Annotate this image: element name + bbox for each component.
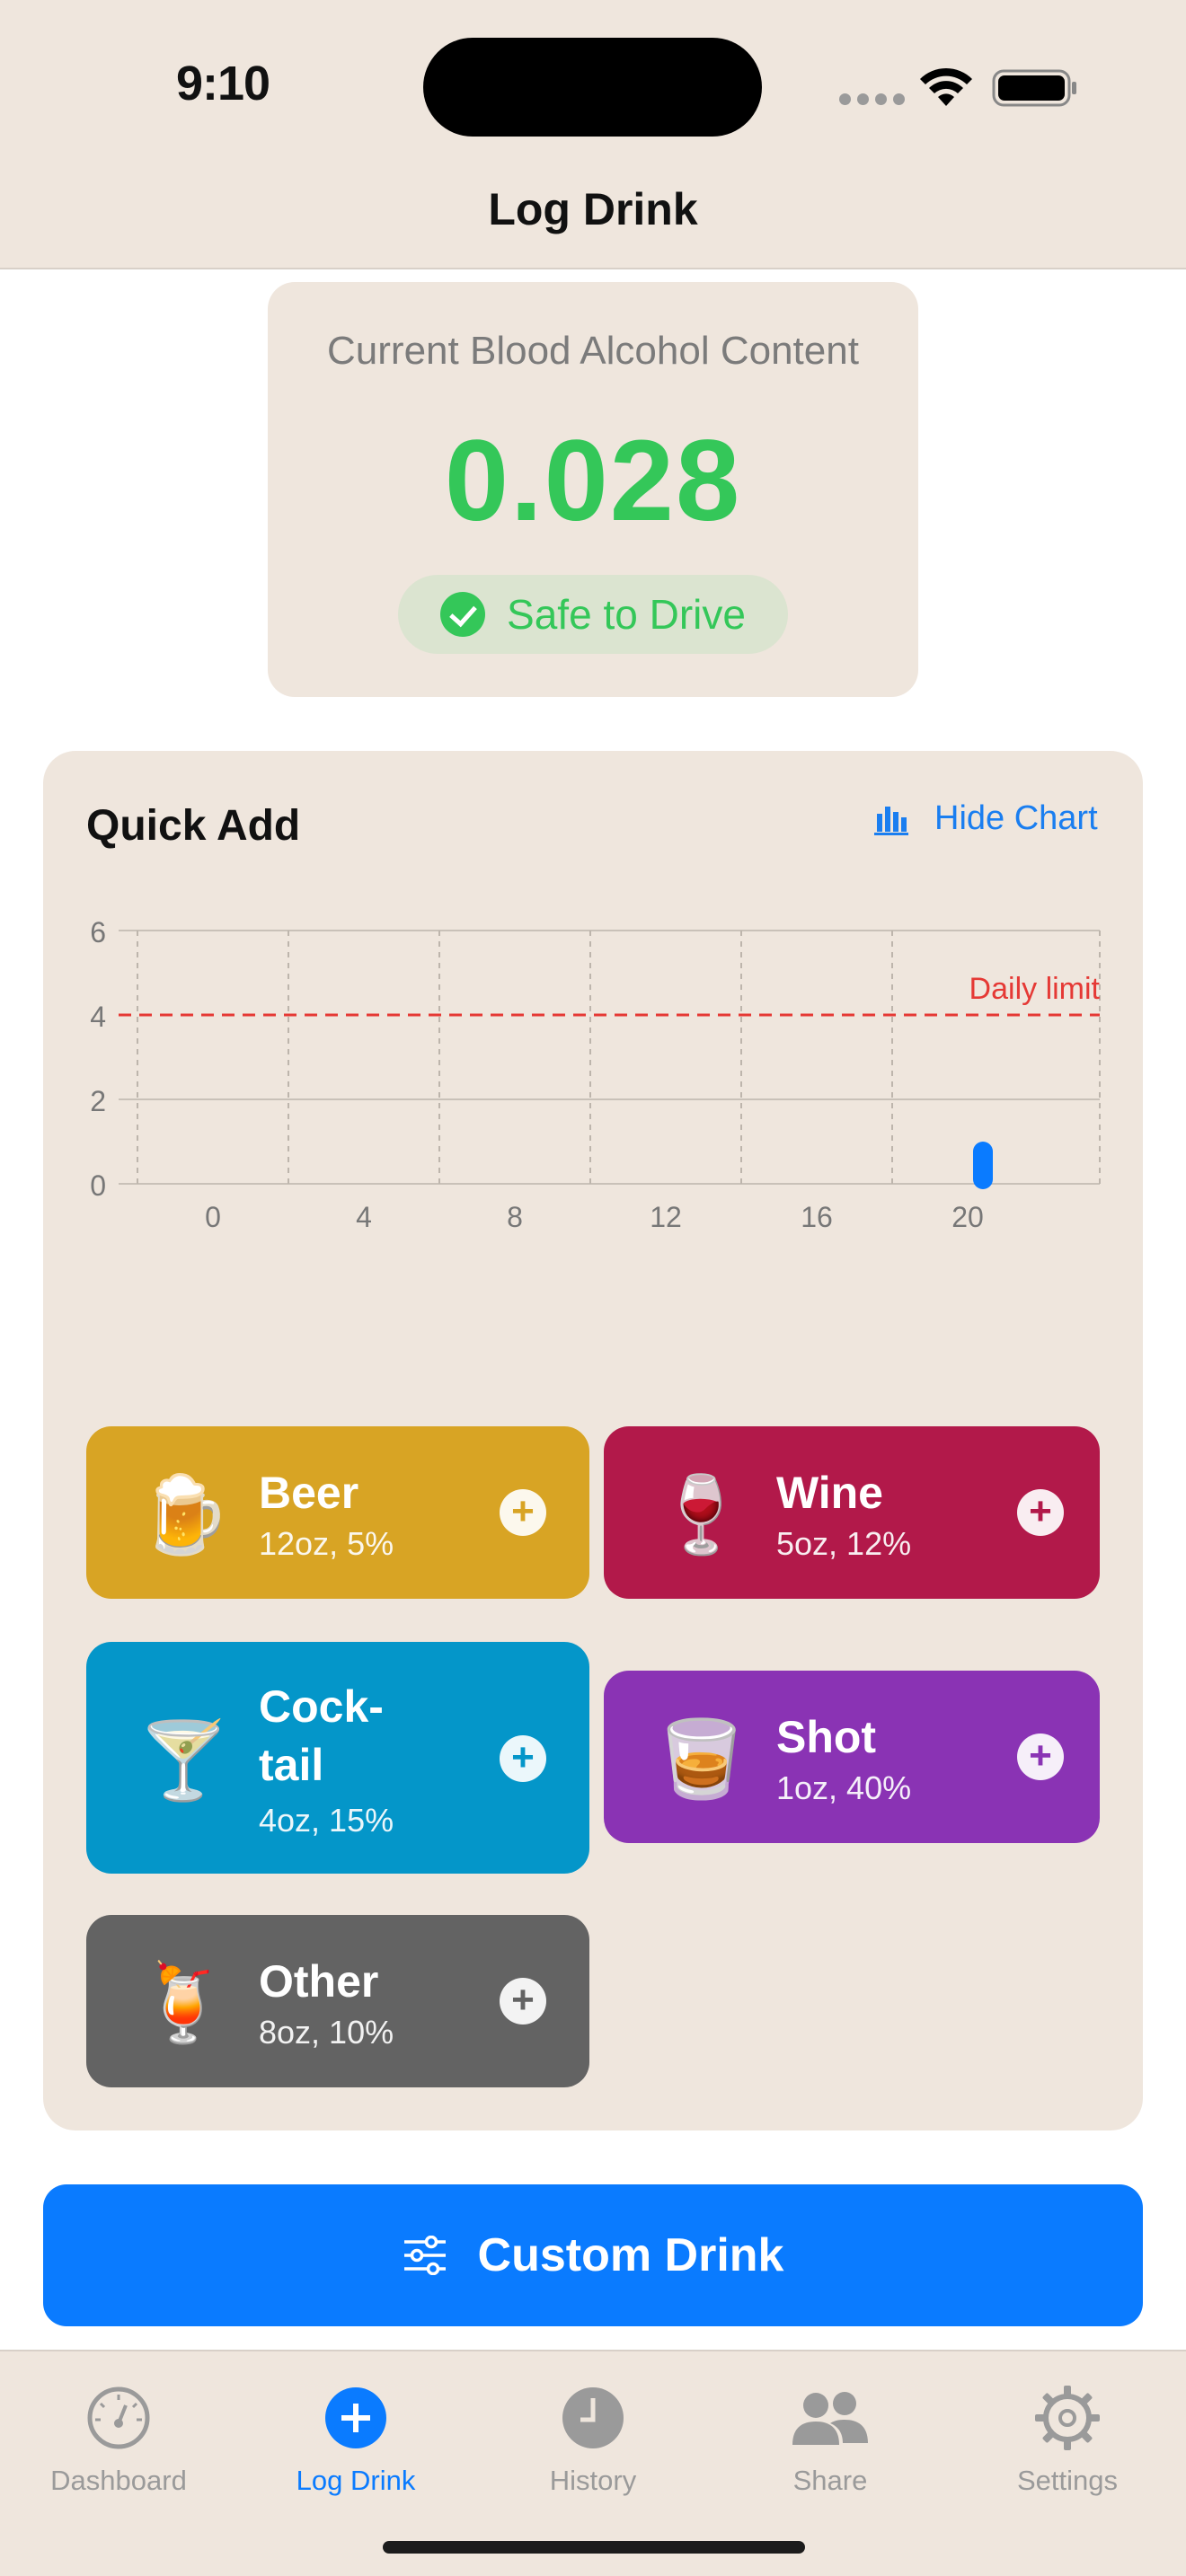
page-title: Log Drink <box>488 184 698 234</box>
drink-name: Wine <box>776 1468 883 1518</box>
cocktail-icon: 🍸 <box>137 1718 231 1803</box>
beer-tile[interactable]: 🍺 Beer 12oz, 5% + <box>86 1426 589 1599</box>
checkmark-icon <box>440 592 486 637</box>
y-tick-label: 0 <box>90 1169 106 1202</box>
status-time: 9:10 <box>176 57 270 110</box>
drink-name: Beer <box>259 1468 359 1518</box>
add-other-icon[interactable]: + <box>500 1978 546 2025</box>
wine-icon: 🍷 <box>654 1472 748 1557</box>
beer-icon: 🍺 <box>137 1472 231 1557</box>
tab-share[interactable]: Share <box>712 2371 949 2506</box>
daily-limit-label: Daily limit <box>969 972 1101 1006</box>
bac-card: Current Blood Alcohol Content 0.028 Safe… <box>268 282 918 697</box>
other-tile[interactable]: 🍹 Other 8oz, 10% + <box>86 1915 589 2087</box>
top-bar: 9:10 Log Drink <box>0 0 1186 269</box>
drink-name: Shot <box>776 1712 877 1762</box>
drink-spec: 1oz, 40% <box>776 1769 912 1806</box>
y-tick-label: 4 <box>90 1001 106 1033</box>
drink-name: Other <box>259 1956 379 2007</box>
bac-value: 0.028 <box>444 417 742 545</box>
drink-name: Cock- tail <box>259 1681 384 1790</box>
wifi-icon <box>920 67 972 106</box>
cellular-signal-icon <box>839 93 905 105</box>
hide-chart-label: Hide Chart <box>934 799 1098 837</box>
custom-drink-button[interactable]: Custom Drink <box>43 2184 1143 2326</box>
x-tick-label: 4 <box>356 1201 372 1233</box>
chart-bar-icon <box>874 806 908 835</box>
hide-chart-button[interactable]: Hide Chart <box>873 799 1098 838</box>
drink-spec: 12oz, 5% <box>259 1525 394 1562</box>
tab-log-drink[interactable]: Log Drink <box>237 2371 474 2506</box>
drink-spec: 5oz, 12% <box>776 1525 912 1562</box>
tab-label: History <box>549 2465 637 2496</box>
y-tick-label: 6 <box>90 916 106 948</box>
y-tick-label: 2 <box>90 1085 106 1117</box>
x-tick-label: 16 <box>801 1201 833 1233</box>
tab-label: Dashboard <box>50 2465 187 2496</box>
bac-label: Current Blood Alcohol Content <box>327 329 859 373</box>
add-cocktail-icon[interactable]: + <box>500 1735 546 1782</box>
custom-drink-label: Custom Drink <box>477 2229 784 2281</box>
drink-spec: 4oz, 15% <box>259 1802 394 1839</box>
quick-add-panel: Quick Add Hide Chart 0 2 4 6 0 4 8 12 16 20 Daily … <box>43 751 1143 2130</box>
status-badge: Safe to Drive <box>398 575 788 654</box>
add-shot-icon[interactable]: + <box>1017 1734 1064 1780</box>
dynamic-island <box>423 38 762 137</box>
tab-settings[interactable]: Settings <box>949 2371 1186 2506</box>
quick-add-title: Quick Add <box>86 802 301 850</box>
x-tick-label: 20 <box>951 1201 984 1233</box>
gauge-icon <box>87 2386 150 2449</box>
tab-label: Settings <box>1016 2465 1118 2496</box>
battery-icon <box>992 69 1076 107</box>
add-beer-icon[interactable]: + <box>500 1489 546 1536</box>
status-badge-label: Safe to Drive <box>507 591 746 638</box>
clock-icon <box>562 2387 624 2448</box>
sliders-icon <box>403 2236 446 2275</box>
drink-spec: 8oz, 10% <box>259 2014 394 2051</box>
tab-history[interactable]: History <box>474 2371 712 2506</box>
home-indicator <box>383 2541 805 2554</box>
drinks-chart: 0 2 4 6 0 4 8 12 16 20 Daily limit <box>90 916 1101 1233</box>
tab-label: Share <box>792 2465 868 2496</box>
tab-label: Log Drink <box>296 2465 416 2496</box>
cocktail-tile[interactable]: 🍸 Cock- tail 4oz, 15% + <box>86 1642 589 1874</box>
tab-dashboard[interactable]: Dashboard <box>0 2371 237 2506</box>
add-wine-icon[interactable]: + <box>1017 1489 1064 1536</box>
people-icon <box>792 2392 868 2445</box>
x-tick-label: 12 <box>650 1201 682 1233</box>
gear-icon <box>1035 2386 1100 2450</box>
wine-tile[interactable]: 🍷 Wine 5oz, 12% + <box>604 1426 1100 1599</box>
shot-icon: 🥃 <box>654 1716 748 1801</box>
other-drink-icon: 🍹 <box>137 1961 231 2045</box>
shot-tile[interactable]: 🥃 Shot 1oz, 40% + <box>604 1671 1100 1843</box>
chart-bar <box>973 1142 993 1189</box>
plus-circle-icon <box>325 2387 386 2448</box>
x-tick-label: 0 <box>205 1201 221 1233</box>
x-tick-label: 8 <box>507 1201 523 1233</box>
